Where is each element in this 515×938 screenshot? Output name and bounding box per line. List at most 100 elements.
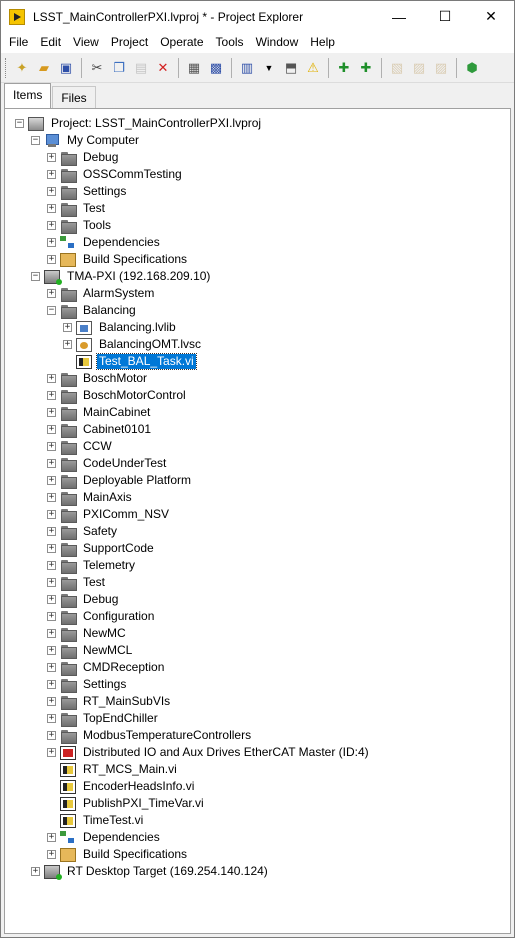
- tree-item-label[interactable]: TopEndChiller: [81, 711, 160, 726]
- tree-item[interactable]: + Build Specifications: [47, 846, 189, 863]
- warning-icon[interactable]: ⚠: [302, 57, 324, 79]
- tree-item-label[interactable]: Settings: [81, 677, 128, 692]
- tree-item-label[interactable]: BoschMotor: [81, 371, 149, 386]
- toolbar-grip[interactable]: [5, 58, 8, 78]
- menu-tools[interactable]: Tools: [210, 32, 250, 53]
- menu-operate[interactable]: Operate: [154, 32, 209, 53]
- add-folder-icon[interactable]: ✚: [355, 57, 377, 79]
- tree-item[interactable]: + TopEndChiller: [47, 710, 160, 727]
- expand-toggle[interactable]: +: [47, 714, 56, 723]
- tree-item[interactable]: + BoschMotor: [47, 370, 149, 387]
- tree-item[interactable]: + RT_MainSubVIs: [47, 693, 172, 710]
- tree-item[interactable]: + ModbusTemperatureControllers: [47, 727, 253, 744]
- expand-toggle[interactable]: +: [47, 629, 56, 638]
- tree-item[interactable]: + Distributed IO and Aux Drives EtherCAT …: [47, 744, 371, 761]
- new-file-icon[interactable]: ✦: [11, 57, 33, 79]
- expand-toggle[interactable]: +: [47, 153, 56, 162]
- title-bar[interactable]: LSST_MainControllerPXI.lvproj * - Projec…: [1, 1, 514, 32]
- tree-item-label[interactable]: PXIComm_NSV: [81, 507, 171, 522]
- deploy-icon[interactable]: ⬒: [280, 57, 302, 79]
- tree-item-label[interactable]: CodeUnderTest: [81, 456, 168, 471]
- expand-toggle[interactable]: +: [47, 255, 56, 264]
- expand-toggle[interactable]: +: [47, 731, 56, 740]
- expand-toggle[interactable]: +: [47, 680, 56, 689]
- expand-toggle[interactable]: +: [47, 204, 56, 213]
- tree-item[interactable]: + AlarmSystem: [47, 285, 156, 302]
- tree-item[interactable]: + Debug: [47, 591, 120, 608]
- tree-item[interactable]: + MainCabinet: [47, 404, 152, 421]
- tree-item-label[interactable]: TimeTest.vi: [81, 813, 145, 828]
- tree-item[interactable]: + Deployable Platform: [47, 472, 193, 489]
- tab-files[interactable]: Files: [52, 86, 96, 108]
- tree-item-label[interactable]: BoschMotorControl: [81, 388, 188, 403]
- menu-file[interactable]: File: [3, 32, 34, 53]
- expand-toggle[interactable]: +: [47, 544, 56, 553]
- close-button[interactable]: ✕: [468, 1, 514, 32]
- tree-item[interactable]: PublishPXI_TimeVar.vi: [47, 795, 206, 812]
- expand-toggle[interactable]: +: [47, 238, 56, 247]
- tree-item-label[interactable]: Project: LSST_MainControllerPXI.lvproj: [49, 116, 263, 131]
- expand-toggle[interactable]: +: [47, 527, 56, 536]
- collapse-toggle[interactable]: −: [15, 119, 24, 128]
- expand-toggle[interactable]: +: [47, 493, 56, 502]
- tree-item[interactable]: + NewMC: [47, 625, 128, 642]
- tree-item-label[interactable]: Cabinet0101: [81, 422, 153, 437]
- tree-item-label[interactable]: TMA-PXI (192.168.209.10): [65, 269, 212, 284]
- expand-toggle[interactable]: +: [47, 561, 56, 570]
- tree-item-label[interactable]: Build Specifications: [81, 252, 189, 267]
- expand-toggle[interactable]: +: [63, 340, 72, 349]
- expand-toggle[interactable]: +: [31, 867, 40, 876]
- tree-item[interactable]: + MainAxis: [47, 489, 134, 506]
- tree-item-label[interactable]: OSSCommTesting: [81, 167, 184, 182]
- tree-item[interactable]: + Debug: [47, 149, 120, 166]
- tree-item-label[interactable]: CCW: [81, 439, 114, 454]
- tree-item-label[interactable]: AlarmSystem: [81, 286, 156, 301]
- expand-toggle[interactable]: +: [47, 221, 56, 230]
- build-icon[interactable]: ▧: [386, 57, 408, 79]
- tree-item-label[interactable]: CMDReception: [81, 660, 166, 675]
- tree-item[interactable]: − Project: LSST_MainControllerPXI.lvproj: [15, 115, 263, 132]
- tree-item[interactable]: + Balancing.lvlib: [63, 319, 178, 336]
- tree-item[interactable]: + Cabinet0101: [47, 421, 153, 438]
- tree-item[interactable]: + Build Specifications: [47, 251, 189, 268]
- tree-item-label[interactable]: NewMCL: [81, 643, 134, 658]
- tree-item-label[interactable]: My Computer: [65, 133, 141, 148]
- chevron-down-icon[interactable]: ▼: [258, 57, 280, 79]
- collapse-toggle[interactable]: −: [31, 136, 40, 145]
- tab-items[interactable]: Items: [4, 83, 52, 108]
- tree-item[interactable]: EncoderHeadsInfo.vi: [47, 778, 196, 795]
- expand-toggle[interactable]: +: [47, 510, 56, 519]
- tree-item[interactable]: + Settings: [47, 183, 128, 200]
- tree-item-label[interactable]: MainAxis: [81, 490, 134, 505]
- expand-toggle[interactable]: +: [47, 408, 56, 417]
- tree-item-label[interactable]: Dependencies: [81, 830, 162, 845]
- tree-item-label[interactable]: BalancingOMT.lvsc: [97, 337, 203, 352]
- collapse-toggle[interactable]: −: [47, 306, 56, 315]
- tree-item-label[interactable]: Distributed IO and Aux Drives EtherCAT M…: [81, 745, 371, 760]
- tree-item[interactable]: + CCW: [47, 438, 114, 455]
- tree-item[interactable]: + Configuration: [47, 608, 156, 625]
- expand-toggle[interactable]: +: [47, 289, 56, 298]
- menu-project[interactable]: Project: [105, 32, 154, 53]
- clean-icon[interactable]: ▨: [430, 57, 452, 79]
- expand-toggle[interactable]: +: [47, 595, 56, 604]
- tree-item[interactable]: − Balancing: [47, 302, 138, 319]
- tree-item-label[interactable]: Debug: [81, 592, 120, 607]
- menu-view[interactable]: View: [67, 32, 105, 53]
- tree-item-label[interactable]: Telemetry: [81, 558, 137, 573]
- tree-item-label[interactable]: Tools: [81, 218, 113, 233]
- tree-item[interactable]: + SupportCode: [47, 540, 156, 557]
- project-properties-icon[interactable]: ▦: [183, 57, 205, 79]
- tree-item-label[interactable]: Balancing: [81, 303, 138, 318]
- open-folder-icon[interactable]: ▰: [33, 57, 55, 79]
- tree-item-label[interactable]: Configuration: [81, 609, 156, 624]
- add-item-icon[interactable]: ✚: [333, 57, 355, 79]
- tree-item[interactable]: + Safety: [47, 523, 119, 540]
- expand-toggle[interactable]: +: [47, 187, 56, 196]
- project-tree[interactable]: − Project: LSST_MainControllerPXI.lvproj −…: [4, 108, 511, 934]
- tree-item-label[interactable]: RT_MainSubVIs: [81, 694, 172, 709]
- tree-item-label[interactable]: RT_MCS_Main.vi: [81, 762, 179, 777]
- save-project-icon[interactable]: ▩: [205, 57, 227, 79]
- expand-toggle[interactable]: +: [47, 663, 56, 672]
- build-all-icon[interactable]: ▨: [408, 57, 430, 79]
